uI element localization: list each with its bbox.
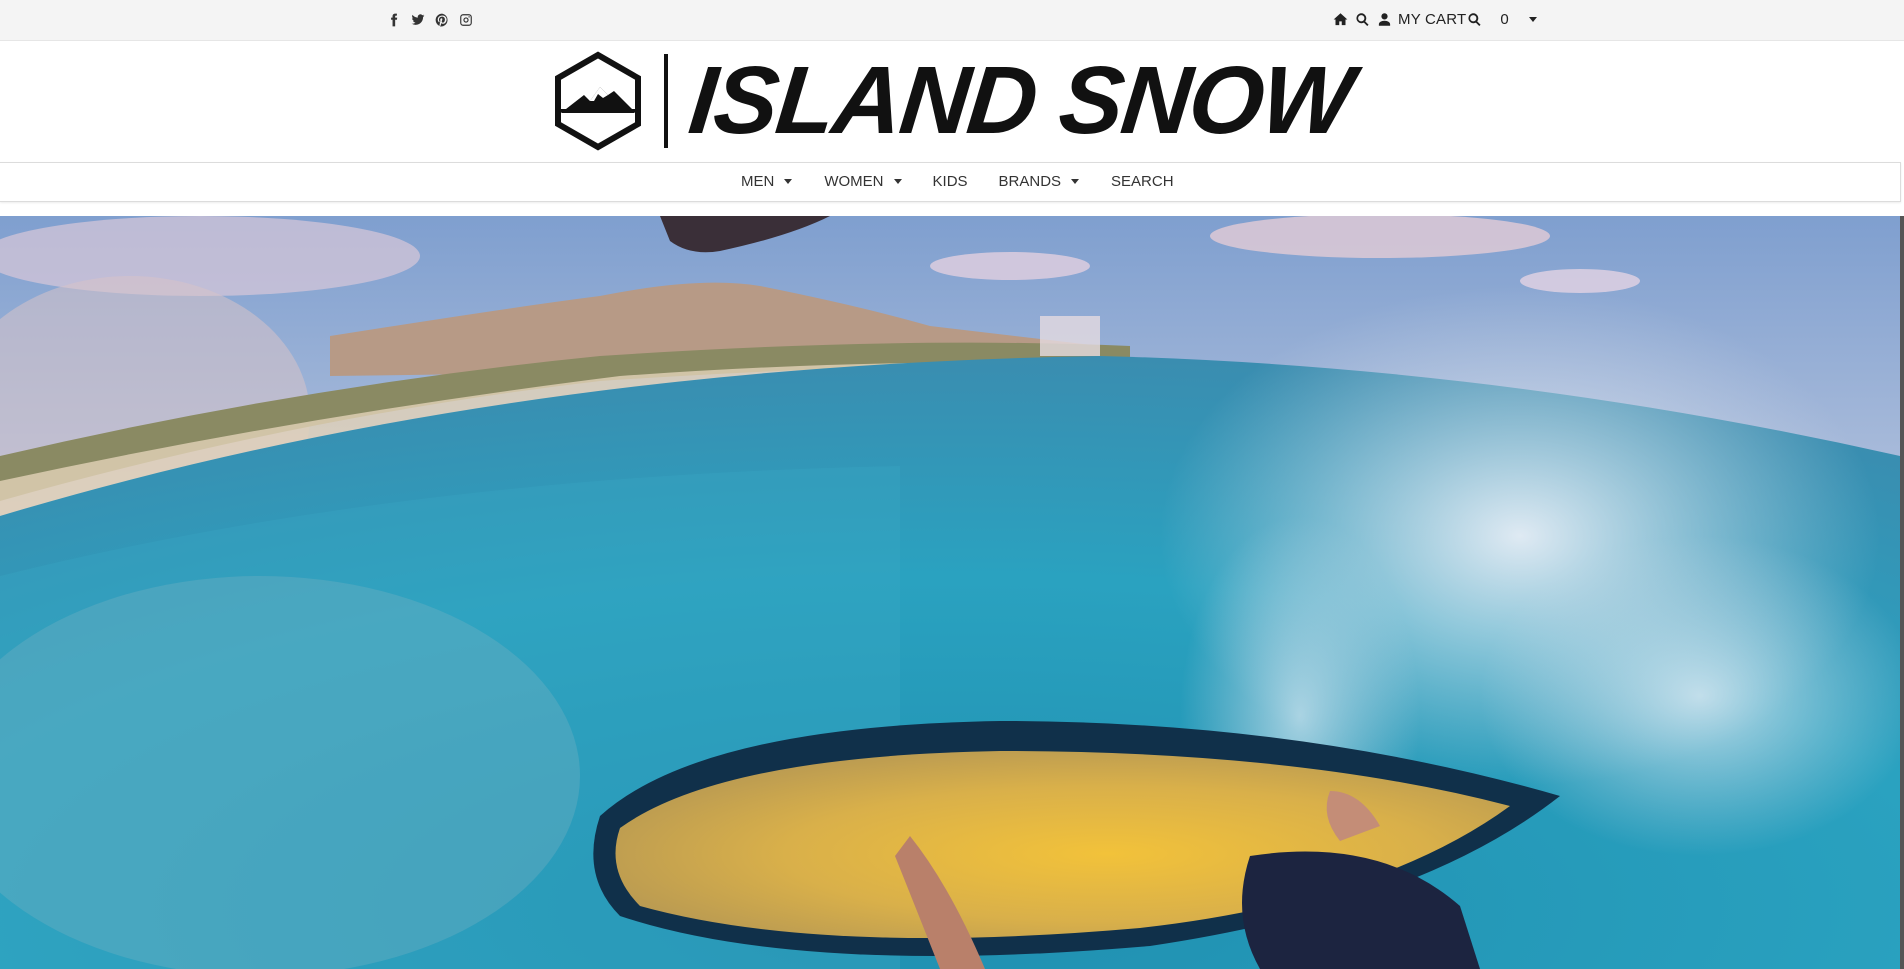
nav-item-women[interactable]: WOMEN <box>824 173 902 190</box>
home-icon[interactable] <box>1332 10 1348 28</box>
nav-item-search[interactable]: SEARCH <box>1111 173 1174 190</box>
logo-wordmark: ISLAND SNOW <box>684 47 1357 154</box>
nav-item-label: WOMEN <box>824 173 884 190</box>
cart-count[interactable]: 0 <box>1500 11 1508 28</box>
site-logo[interactable]: ISLAND SNOW <box>548 47 1356 154</box>
top-utility-bar: MY CART 0 <box>0 0 1904 41</box>
hero-surf-scene <box>0 216 1900 969</box>
utility-links: MY CART 0 <box>1332 10 1537 28</box>
nav-item-brands[interactable]: BRANDS <box>999 173 1080 190</box>
nav-item-label: BRANDS <box>998 173 1062 190</box>
user-icon[interactable] <box>1376 10 1392 28</box>
twitter-icon[interactable] <box>410 11 426 29</box>
social-links <box>386 11 474 29</box>
main-navigation: MEN WOMEN KIDS BRANDS SEARCH <box>0 162 1901 202</box>
nav-item-label: MEN <box>741 173 775 190</box>
nav-item-men[interactable]: MEN <box>741 173 793 190</box>
nav-item-label: KIDS <box>932 173 968 190</box>
pinterest-icon[interactable] <box>434 11 450 29</box>
my-cart-link[interactable]: MY CART <box>1398 11 1466 28</box>
cart-dropdown-caret-icon[interactable] <box>1528 16 1537 22</box>
nav-item-label: SEARCH <box>1111 173 1174 190</box>
caret-down-icon <box>893 179 902 184</box>
scrollbar-edge <box>1900 216 1904 969</box>
caret-down-icon <box>784 179 793 184</box>
mountain-hexagon-icon <box>555 51 641 151</box>
site-header: ISLAND SNOW <box>0 41 1904 161</box>
search-icon[interactable] <box>1354 10 1370 28</box>
hero-video-banner[interactable] <box>0 216 1900 969</box>
nav-item-kids[interactable]: KIDS <box>933 173 968 190</box>
facebook-icon[interactable] <box>386 11 402 29</box>
caret-down-icon <box>1071 179 1080 184</box>
logo-divider <box>664 54 668 148</box>
instagram-icon[interactable] <box>458 11 474 29</box>
search-icon[interactable] <box>1466 10 1482 28</box>
